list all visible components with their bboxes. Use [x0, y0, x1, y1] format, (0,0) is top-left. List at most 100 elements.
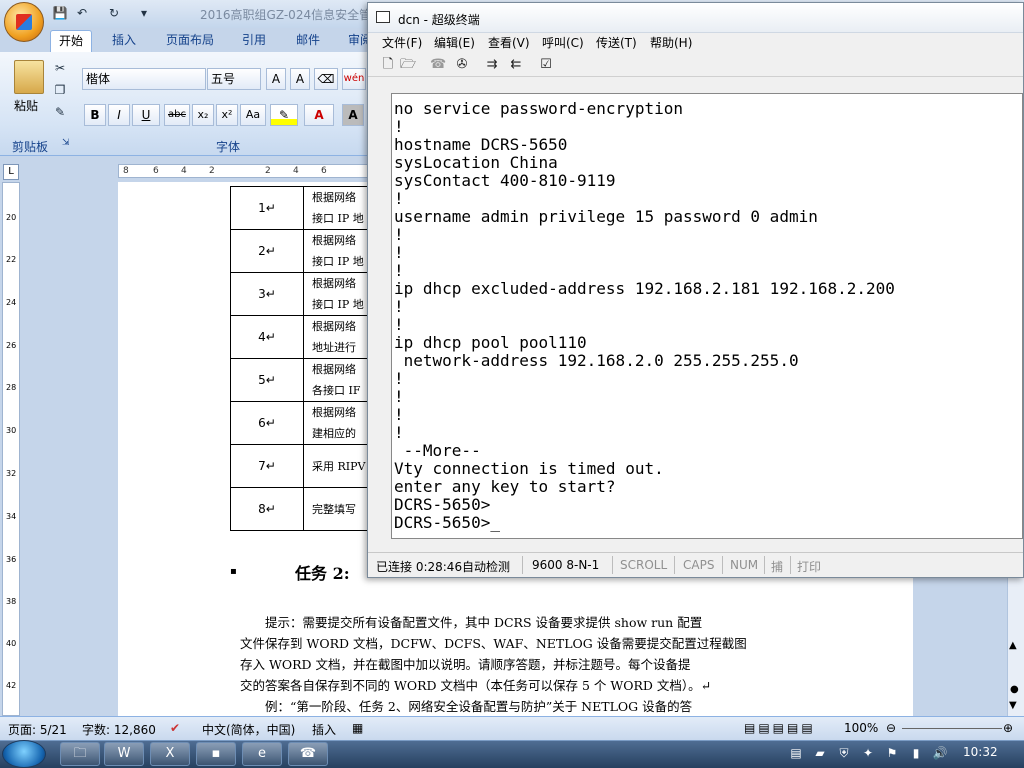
word-count[interactable]: 字数: 12,860: [82, 721, 156, 738]
row-number: 4↵: [230, 315, 304, 359]
terminal-line: !: [394, 189, 404, 208]
call-icon[interactable]: ☎: [430, 57, 446, 73]
menu-help[interactable]: 帮助(H): [650, 33, 692, 53]
start-button[interactable]: [2, 740, 46, 768]
cmd-taskbar-icon[interactable]: ▪: [196, 742, 236, 766]
select-browse-icon[interactable]: ●: [1010, 684, 1019, 695]
network-tray-icon[interactable]: ▰: [812, 745, 828, 761]
clear-format-icon[interactable]: ⌫: [314, 68, 338, 90]
tab-mailings[interactable]: 邮件: [288, 30, 328, 52]
copy-icon[interactable]: ❐: [52, 82, 68, 98]
highlight-icon[interactable]: ✎: [270, 104, 298, 126]
explorer-taskbar-icon[interactable]: 🗀: [60, 742, 100, 766]
tab-page-layout[interactable]: 页面布局: [158, 30, 222, 52]
clipboard-launcher-icon[interactable]: ⇲: [62, 138, 70, 148]
row-description: 完整填写: [303, 487, 370, 531]
next-page-icon[interactable]: ▼: [1009, 700, 1017, 711]
status-separator: [612, 556, 613, 574]
format-painter-icon[interactable]: ✎: [52, 104, 68, 120]
change-case-button[interactable]: Aa: [240, 104, 266, 126]
ruler-tick: 4: [181, 166, 187, 176]
insert-mode[interactable]: 插入: [312, 721, 336, 738]
terminal-screen[interactable]: no service password-encryption! hostname …: [391, 93, 1023, 539]
tab-references[interactable]: 引用: [234, 30, 274, 52]
table-row: 8↵ 完整填写: [230, 487, 370, 531]
macro-record-icon[interactable]: ▦: [352, 721, 363, 735]
volume-tray-icon[interactable]: 🔊: [932, 745, 948, 761]
zoom-slider[interactable]: [902, 728, 1002, 729]
ie-taskbar-icon[interactable]: e: [242, 742, 282, 766]
excel-taskbar-icon[interactable]: X: [150, 742, 190, 766]
task-heading: 任务 2:: [295, 564, 350, 583]
prev-page-icon[interactable]: ▲: [1009, 640, 1017, 651]
proofing-icon[interactable]: ✔: [170, 721, 180, 735]
new-icon[interactable]: 🗋: [380, 57, 396, 73]
char-shading-icon[interactable]: A: [342, 104, 364, 126]
bold-button[interactable]: B: [84, 104, 106, 126]
hyperterminal-window: dcn - 超级终端 文件(F) 编辑(E) 查看(V) 呼叫(C) 传送(T)…: [367, 2, 1024, 578]
zoom-in-icon[interactable]: ⊕: [1003, 721, 1013, 735]
flag-tray-icon[interactable]: ⚑: [884, 745, 900, 761]
media-tray-icon[interactable]: ▤: [788, 745, 804, 761]
document-title: 2016高职组GZ-024信息安全管: [200, 8, 372, 22]
word-taskbar-icon[interactable]: W: [104, 742, 144, 766]
customize-qat-icon[interactable]: ▾: [136, 5, 152, 21]
terminal-title: dcn - 超级终端: [398, 13, 480, 27]
grow-font-icon[interactable]: A: [266, 68, 286, 90]
paste-button[interactable]: 粘贴: [14, 97, 38, 114]
terminal-line: !: [394, 405, 404, 424]
tab-home[interactable]: 开始: [50, 30, 93, 52]
zoom-level[interactable]: 100%: [844, 721, 878, 735]
subscript-button[interactable]: x₂: [192, 104, 214, 126]
page-count[interactable]: 页面: 5/21: [8, 721, 67, 738]
undo-icon[interactable]: ↶: [74, 5, 90, 21]
menu-edit[interactable]: 编辑(E): [434, 33, 475, 53]
status-separator: [764, 556, 765, 574]
properties-icon[interactable]: ☑: [538, 57, 554, 73]
ruler-tick: 26: [6, 341, 17, 350]
font-name-select[interactable]: 楷体: [82, 68, 206, 90]
tab-selector-icon[interactable]: L: [3, 164, 19, 180]
phonetic-guide-icon[interactable]: wén: [342, 68, 366, 90]
paragraph-line: 提示：需要提交所有设备配置文件，其中 DCRS 设备要求提供 show run …: [265, 615, 703, 630]
ime-tray-icon[interactable]: ✦: [860, 745, 876, 761]
terminal-line: ip dhcp pool pool110: [394, 333, 587, 352]
taskbar-clock[interactable]: 10:32: [963, 745, 998, 759]
cut-icon[interactable]: ✂: [52, 60, 68, 76]
row-description: 根据网络 接口 IP 地: [303, 272, 370, 316]
send-icon[interactable]: ⇉: [484, 57, 500, 73]
table-row: 4↵ 根据网络 地址进行: [230, 315, 370, 359]
terminal-titlebar[interactable]: dcn - 超级终端: [368, 3, 1023, 33]
zoom-out-icon[interactable]: ⊖: [886, 721, 896, 735]
language-indicator[interactable]: 中文(简体，中国): [202, 721, 295, 738]
menu-call[interactable]: 呼叫(C): [542, 33, 584, 53]
disconnect-icon[interactable]: ✇: [454, 57, 470, 73]
view-buttons-icon[interactable]: ▤▤▤▤▤: [744, 721, 816, 735]
office-button[interactable]: [4, 2, 44, 42]
italic-button[interactable]: I: [108, 104, 130, 126]
vertical-ruler[interactable]: 20 22 24 26 28 30 32 34 36 38 40 42: [2, 182, 20, 716]
signal-tray-icon[interactable]: ▮: [908, 745, 924, 761]
hyperterminal-taskbar-icon[interactable]: ☎: [288, 742, 328, 766]
receive-icon[interactable]: ⇇: [508, 57, 524, 73]
save-icon[interactable]: 💾: [52, 5, 68, 21]
table-row: 6↵ 根据网络 建相应的: [230, 401, 370, 445]
underline-button[interactable]: U: [132, 104, 160, 126]
font-size-select[interactable]: 五号: [207, 68, 261, 90]
security-tray-icon[interactable]: ⛨: [836, 745, 852, 761]
menu-file[interactable]: 文件(F): [382, 33, 422, 53]
shrink-font-icon[interactable]: A: [290, 68, 310, 90]
strikethrough-button[interactable]: abc: [164, 104, 190, 126]
tab-insert[interactable]: 插入: [104, 30, 144, 52]
menu-transfer[interactable]: 传送(T): [596, 33, 637, 53]
paste-icon[interactable]: [14, 60, 44, 94]
redo-icon[interactable]: ↻: [106, 5, 122, 21]
ruler-tick: 24: [6, 298, 17, 307]
font-color-icon[interactable]: A: [304, 104, 334, 126]
superscript-button[interactable]: x²: [216, 104, 238, 126]
menu-view[interactable]: 查看(V): [488, 33, 530, 53]
ruler-tick: 28: [6, 383, 17, 392]
clipboard-group-label: 剪贴板: [12, 140, 49, 154]
open-icon[interactable]: 🗁: [400, 57, 416, 73]
horizontal-ruler[interactable]: 8 6 4 2 2 4 6: [118, 164, 368, 178]
